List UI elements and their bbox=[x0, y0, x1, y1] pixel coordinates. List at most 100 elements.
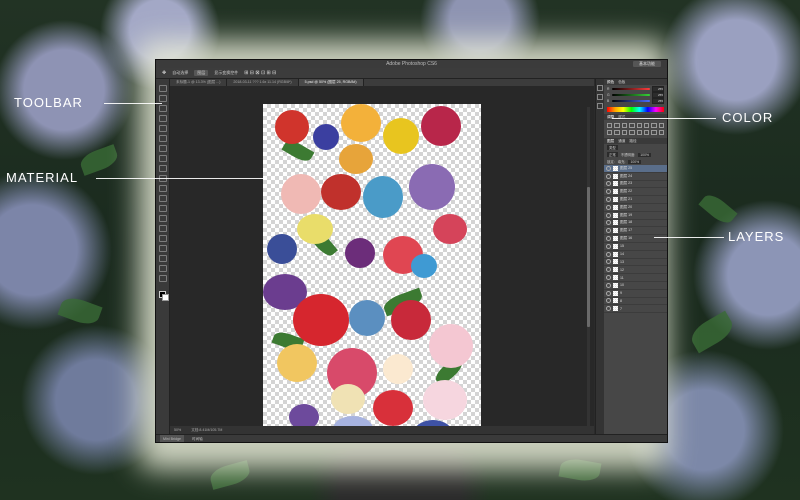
visibility-eye-icon[interactable] bbox=[606, 298, 611, 304]
visibility-eye-icon[interactable] bbox=[606, 275, 611, 281]
brush-tool-icon[interactable] bbox=[158, 155, 167, 162]
quick-select-tool-icon[interactable] bbox=[158, 115, 167, 122]
type-tool-icon[interactable] bbox=[158, 235, 167, 242]
layer-row[interactable]: 10 bbox=[604, 282, 667, 290]
auto-select-checkbox[interactable]: 自动选择 bbox=[172, 70, 188, 76]
visibility-eye-icon[interactable] bbox=[606, 306, 611, 312]
photo-filter-icon[interactable] bbox=[607, 130, 613, 135]
blend-mode-dropdown[interactable]: 正常 bbox=[607, 152, 618, 157]
layer-row[interactable]: 图层 24 bbox=[604, 173, 667, 181]
vibrance-icon[interactable] bbox=[636, 123, 642, 128]
visibility-eye-icon[interactable] bbox=[606, 251, 611, 257]
align-icons[interactable]: ⊞ ⊟ ⊠ ⊡ ⊞ ⊟ bbox=[244, 70, 276, 76]
zoom-tool-icon[interactable] bbox=[158, 275, 167, 282]
crop-tool-icon[interactable] bbox=[158, 125, 167, 132]
tab-styles[interactable]: 样式 bbox=[618, 114, 625, 120]
visibility-eye-icon[interactable] bbox=[606, 165, 611, 171]
visibility-eye-icon[interactable] bbox=[606, 197, 611, 203]
selective-color-icon[interactable] bbox=[658, 130, 664, 135]
color-slider-r[interactable]: R 255 bbox=[607, 86, 664, 92]
layer-row[interactable]: 图层 17 bbox=[604, 227, 667, 236]
layer-row[interactable]: 7 bbox=[604, 305, 667, 314]
lasso-tool-icon[interactable] bbox=[158, 105, 167, 112]
doc-tab[interactable]: 未标题-1 @ 13.3% (图层 ...) bbox=[170, 79, 228, 86]
brightness-icon[interactable] bbox=[607, 123, 613, 128]
visibility-eye-icon[interactable] bbox=[606, 173, 611, 179]
auto-select-target-dropdown[interactable]: 图层 bbox=[194, 70, 209, 76]
show-transform-checkbox[interactable]: 显示变换控件 bbox=[214, 70, 238, 76]
canvas-vertical-scrollbar[interactable] bbox=[587, 107, 590, 427]
healing-brush-tool-icon[interactable] bbox=[158, 145, 167, 152]
hue-saturation-icon[interactable] bbox=[643, 123, 650, 128]
pen-tool-icon[interactable] bbox=[158, 225, 167, 232]
visibility-eye-icon[interactable] bbox=[606, 212, 611, 218]
shape-tool-icon[interactable] bbox=[158, 255, 167, 262]
color-spectrum-bar[interactable] bbox=[607, 107, 664, 112]
scroll-thumb[interactable] bbox=[587, 187, 590, 327]
layer-row[interactable]: 图层 18 bbox=[604, 220, 667, 228]
visibility-eye-icon[interactable] bbox=[606, 181, 611, 187]
visibility-eye-icon[interactable] bbox=[606, 267, 611, 273]
color-swatches[interactable] bbox=[159, 291, 169, 301]
tab-paths[interactable]: 路径 bbox=[629, 138, 636, 144]
move-tool-icon[interactable] bbox=[158, 85, 167, 92]
layer-row[interactable]: 11 bbox=[604, 274, 667, 282]
visibility-eye-icon[interactable] bbox=[606, 236, 611, 242]
zoom-level[interactable]: 50% bbox=[174, 426, 181, 434]
layer-row[interactable]: 图层 20 bbox=[604, 204, 667, 212]
layer-row[interactable]: 图层 25 bbox=[604, 165, 667, 173]
black-white-icon[interactable] bbox=[658, 123, 664, 128]
eraser-tool-icon[interactable] bbox=[158, 185, 167, 192]
path-select-tool-icon[interactable] bbox=[158, 245, 167, 252]
layer-row[interactable]: 13 bbox=[604, 259, 667, 267]
material-canvas[interactable] bbox=[263, 104, 481, 442]
tab-color[interactable]: 颜色 bbox=[607, 79, 614, 85]
clone-stamp-tool-icon[interactable] bbox=[158, 165, 167, 172]
tab-swatches[interactable]: 色板 bbox=[618, 79, 625, 85]
tab-timeline[interactable]: 时间轴 bbox=[192, 435, 203, 442]
doc-tab-active[interactable]: 5.psd @ 50% (图层 25, RGB/8#) bbox=[298, 79, 364, 86]
eyedropper-tool-icon[interactable] bbox=[158, 135, 167, 142]
move-tool-icon[interactable]: ✥ bbox=[162, 70, 166, 76]
visibility-eye-icon[interactable] bbox=[606, 243, 611, 249]
layer-row[interactable]: 14 bbox=[604, 251, 667, 259]
levels-icon[interactable] bbox=[614, 123, 620, 128]
opacity-value[interactable]: 100% bbox=[638, 152, 651, 157]
marquee-tool-icon[interactable] bbox=[158, 95, 167, 102]
gradient-map-icon[interactable] bbox=[651, 130, 657, 135]
layer-row[interactable]: 8 bbox=[604, 298, 667, 306]
visibility-eye-icon[interactable] bbox=[606, 228, 611, 234]
fill-value[interactable]: 100% bbox=[628, 159, 642, 164]
slider-track[interactable] bbox=[612, 88, 650, 90]
layer-kind-filter[interactable]: 类型 bbox=[607, 145, 618, 150]
tab-mini-bridge[interactable]: Mini Bridge bbox=[160, 435, 184, 442]
layer-row[interactable]: 图层 22 bbox=[604, 188, 667, 197]
properties-icon[interactable] bbox=[597, 94, 603, 100]
layer-row[interactable]: 15 bbox=[604, 243, 667, 251]
posterize-icon[interactable] bbox=[636, 130, 642, 135]
channel-mixer-icon[interactable] bbox=[614, 130, 620, 135]
layer-row[interactable]: 9 bbox=[604, 290, 667, 298]
slider-track[interactable] bbox=[612, 94, 650, 96]
layer-row[interactable]: 图层 19 bbox=[604, 212, 667, 220]
visibility-eye-icon[interactable] bbox=[606, 259, 611, 265]
threshold-icon[interactable] bbox=[643, 130, 650, 135]
color-slider-b[interactable]: B 255 bbox=[607, 98, 664, 104]
visibility-eye-icon[interactable] bbox=[606, 189, 611, 195]
color-slider-g[interactable]: G 255 bbox=[607, 92, 664, 98]
visibility-eye-icon[interactable] bbox=[606, 220, 611, 226]
gradient-tool-icon[interactable] bbox=[158, 195, 167, 202]
visibility-eye-icon[interactable] bbox=[606, 282, 611, 288]
doc-tab[interactable]: 2018-03-11 ??? 1.6x 11.14 (RGB/8*) bbox=[227, 79, 299, 86]
layer-row[interactable]: 图层 23 bbox=[604, 181, 667, 189]
history-icon[interactable] bbox=[597, 85, 603, 91]
slider-track[interactable] bbox=[612, 100, 650, 102]
dodge-tool-icon[interactable] bbox=[158, 215, 167, 222]
layer-row[interactable]: 12 bbox=[604, 266, 667, 275]
color-balance-icon[interactable] bbox=[651, 123, 657, 128]
tab-adjustments[interactable]: 调整 bbox=[607, 114, 614, 120]
invert-icon[interactable] bbox=[629, 130, 635, 135]
workspace-switcher[interactable]: 基本功能 bbox=[633, 61, 661, 67]
info-icon[interactable] bbox=[597, 103, 603, 109]
visibility-eye-icon[interactable] bbox=[606, 290, 611, 296]
